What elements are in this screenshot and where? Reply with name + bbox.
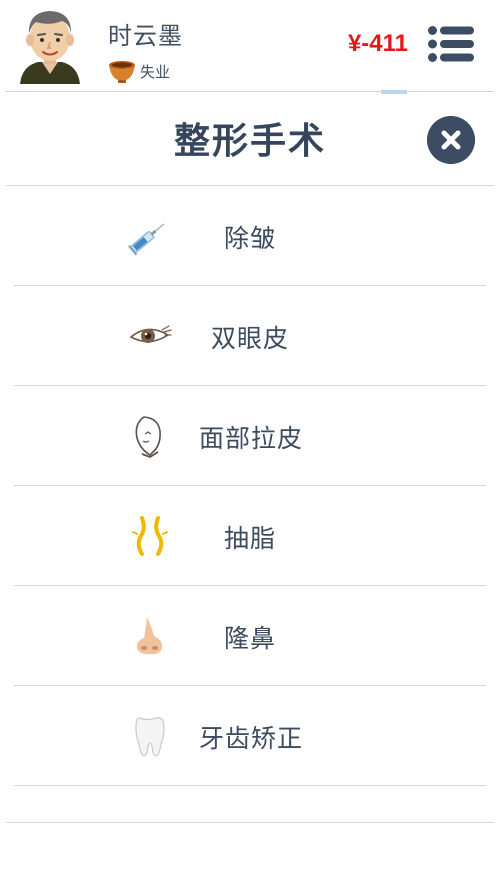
item-label: 牙齿矫正: [199, 724, 304, 753]
tooth-icon: [135, 717, 165, 757]
status-text: 失业: [140, 62, 171, 81]
list-item-liposuction[interactable]: 抽脂: [14, 486, 486, 586]
item-label: 抽脂: [224, 524, 277, 553]
list-item-double-eyelid[interactable]: 双眼皮: [14, 286, 486, 386]
item-label: 隆鼻: [224, 624, 277, 653]
user-name: 时云墨: [108, 22, 183, 50]
syringe-icon: [127, 223, 165, 256]
list-item-wrinkle-removal[interactable]: 除皱: [14, 186, 486, 286]
liposuction-icon: [132, 516, 168, 556]
avatar[interactable]: [14, 4, 86, 84]
header-divider: [6, 91, 494, 92]
list-item-facelift[interactable]: 面部拉皮: [14, 386, 486, 486]
money-balance: ¥-411: [347, 30, 408, 57]
bowl-icon: [109, 61, 135, 83]
eye-icon: [129, 325, 172, 343]
item-label: 面部拉皮: [199, 424, 304, 453]
surgery-list: 除皱 双眼皮 面部拉皮 抽脂 隆鼻 牙齿矫正: [14, 186, 486, 786]
item-label: 除皱: [224, 224, 277, 253]
face-outline-icon: [135, 416, 161, 458]
item-label: 双眼皮: [211, 324, 290, 353]
top-bar: 时云墨 失业 ¥-411: [0, 0, 500, 92]
nose-icon: [136, 617, 163, 655]
list-item-rhinoplasty[interactable]: 隆鼻: [14, 586, 486, 686]
list-item-braces[interactable]: 牙齿矫正: [14, 686, 486, 786]
page-title: 整形手术: [173, 121, 326, 162]
close-icon[interactable]: [427, 116, 475, 164]
status-row: 失业: [108, 58, 170, 84]
tab-indicator: [381, 90, 407, 94]
empty-row: [6, 786, 494, 823]
menu-list-icon[interactable]: [428, 26, 474, 62]
